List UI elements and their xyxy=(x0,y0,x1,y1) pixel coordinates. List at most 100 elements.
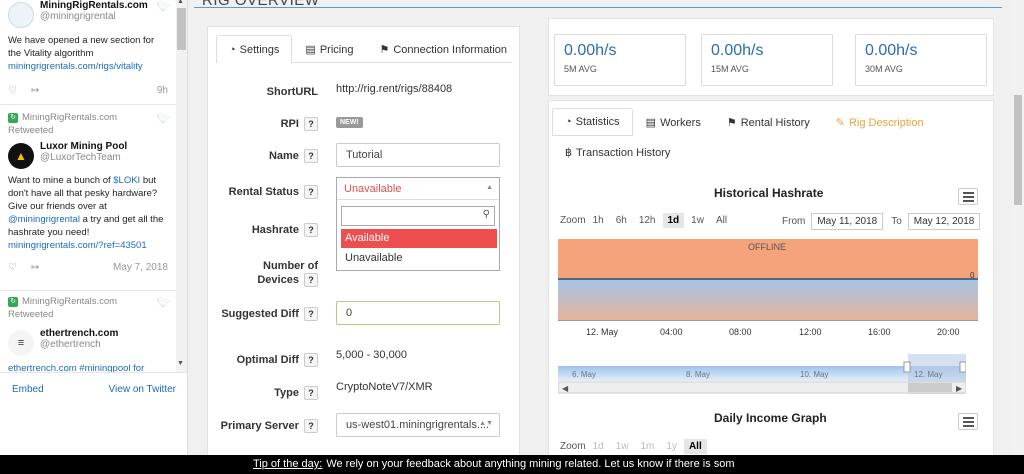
devices-help-button[interactable]: ? xyxy=(304,273,318,288)
hashrate-area xyxy=(558,279,978,321)
devices-label: Number of Devices ? xyxy=(257,260,318,288)
tweet-author-handle[interactable]: @miningrigrental xyxy=(40,11,148,22)
zoom-all-button[interactable]: All xyxy=(683,439,707,454)
scrollbar-thumb[interactable] xyxy=(177,8,186,50)
optimal-diff-help-button[interactable]: ? xyxy=(304,353,318,368)
zoom-12h-button[interactable]: 12h xyxy=(634,213,661,228)
tab-connection-information[interactable]: ⚑ Connection Information xyxy=(366,35,520,63)
option-available[interactable]: Available xyxy=(341,229,497,248)
share-icon[interactable]: ↦ xyxy=(31,262,39,273)
tip-of-the-day-bar: Tip of the day: We rely on your feedback … xyxy=(0,455,1024,474)
zoom-1m-button[interactable]: 1m xyxy=(635,439,659,454)
scroll-down-icon[interactable]: ▼ xyxy=(177,360,184,367)
retweet-icon: ↻ xyxy=(8,296,18,307)
twitter-scrollbar[interactable]: ▲ ▼ xyxy=(176,0,187,372)
retweet-icon: ↻ xyxy=(8,112,18,123)
scroll-right-icon[interactable]: ▶ xyxy=(956,384,963,393)
twitter-bird-icon: 🐦︎ xyxy=(157,2,170,13)
rental-status-label: Rental Status ? xyxy=(229,185,318,200)
embed-link[interactable]: Embed xyxy=(12,384,44,395)
navigator-scrollbar[interactable] xyxy=(558,381,966,394)
tab-pricing[interactable]: ▤ Pricing xyxy=(292,35,366,63)
tweet-link[interactable]: miningrigrentals.com/rigs/vitality xyxy=(8,61,143,72)
x-tick-label: 20:00 xyxy=(937,327,960,337)
like-heart-icon[interactable]: ♡ xyxy=(8,85,17,96)
tweet-time[interactable]: 9h xyxy=(157,85,168,96)
chart-menu-icon[interactable] xyxy=(958,413,978,430)
x-tick-label: 08:00 xyxy=(729,327,752,337)
hashrate-label: Hashrate ? xyxy=(252,223,318,238)
view-on-twitter-link[interactable]: View on Twitter xyxy=(109,384,176,395)
retweet-indicator: ↻ MiningRigRentals.com xyxy=(8,112,168,123)
retweet-indicator: ↻ MiningRigRentals.com xyxy=(8,296,168,307)
tab-workers[interactable]: ▤ Workers xyxy=(633,108,714,136)
cashtag-link[interactable]: $LOKI xyxy=(113,175,140,186)
zoom-6h-button[interactable]: 6h xyxy=(611,213,632,228)
tip-label[interactable]: Tip of the day: xyxy=(253,458,322,470)
scroll-left-icon[interactable]: ◀ xyxy=(562,384,569,393)
navigator-left-handle[interactable] xyxy=(903,361,911,373)
suggested-diff-input[interactable] xyxy=(336,301,500,325)
rental-status-dropdown[interactable]: Unavailable ▲ ⚲ Available Unavailable xyxy=(336,177,500,271)
tweet-time[interactable]: May 7, 2018 xyxy=(113,262,168,273)
chart-menu-icon[interactable] xyxy=(958,188,978,205)
tweet[interactable]: 🐦︎ ↻ MiningRigRentals.com Retweeted ≡ et… xyxy=(0,296,176,375)
from-date-input[interactable]: May 11, 2018 xyxy=(811,213,884,230)
tweet[interactable]: 🐦︎ MiningRigRentals.com @miningrigrental… xyxy=(0,0,176,96)
tweet-author-name[interactable]: MiningRigRentals.com xyxy=(40,0,148,11)
shorturl-label: ShortURL xyxy=(266,86,318,98)
tweet-author-name[interactable]: Luxor Mining Pool xyxy=(40,141,127,152)
rental-status-help-button[interactable]: ? xyxy=(304,185,318,200)
zoom-all-button[interactable]: All xyxy=(711,213,732,228)
shorturl-value: http://rig.rent/rigs/88408 xyxy=(336,83,453,95)
zoom-1w-button[interactable]: 1w xyxy=(686,213,709,228)
settings-tabs: ◔ Settings ▤ Pricing ⚑ Connection Informati… xyxy=(216,35,512,63)
zoom-1y-button[interactable]: 1y xyxy=(661,439,682,454)
avatar[interactable]: ▲ xyxy=(8,143,34,169)
dashboard-icon: ◔ xyxy=(565,116,572,128)
zoom-1w-button[interactable]: 1w xyxy=(611,439,634,454)
navigator-tick-label: 10. May xyxy=(800,370,828,379)
rpi-help-button[interactable]: ? xyxy=(304,117,318,132)
zoom-1h-button[interactable]: 1h xyxy=(588,213,609,228)
zoom-1d-button[interactable]: 1d xyxy=(588,439,609,454)
share-icon[interactable]: ↦ xyxy=(31,85,39,96)
tab-transaction-history[interactable]: ฿ Transaction History xyxy=(552,138,683,166)
rental-status-select[interactable]: Unavailable ▲ xyxy=(337,178,499,200)
tweet-author-name[interactable]: ethertrench.com xyxy=(40,328,118,339)
tab-statistics[interactable]: ◔ Statistics xyxy=(552,108,633,136)
mention-link[interactable]: @miningrigrental xyxy=(8,214,80,225)
dropdown-search-input[interactable]: ⚲ xyxy=(341,206,495,226)
primary-server-help-button[interactable]: ? xyxy=(304,419,318,434)
tab-settings[interactable]: ◔ Settings xyxy=(216,35,293,63)
avatar[interactable]: ≡ xyxy=(8,330,34,356)
name-help-button[interactable]: ? xyxy=(304,149,318,164)
like-heart-icon[interactable]: ♡ xyxy=(8,262,17,273)
hashrate-plot: OFFLINE 0 xyxy=(558,239,978,321)
type-help-button[interactable]: ? xyxy=(304,386,318,401)
chart-navigator[interactable]: ◀ ▶ 6. May 8. May 10. May 12. May xyxy=(558,354,966,394)
tweet[interactable]: 🐦︎ ↻ MiningRigRentals.com Retweeted ▲ Lu… xyxy=(0,112,176,273)
plug-icon: ⚑ xyxy=(379,44,390,56)
suggested-diff-help-button[interactable]: ? xyxy=(304,307,318,322)
primary-server-select[interactable]: us-west01.miningrigrentals.... ▲▼ xyxy=(336,413,500,437)
tweet-author-handle[interactable]: @ethertrench xyxy=(40,339,118,350)
tweet-author-handle[interactable]: @LuxorTechTeam xyxy=(40,152,127,163)
navigator-right-handle[interactable] xyxy=(959,361,966,373)
zoom-1d-button[interactable]: 1d xyxy=(662,213,685,228)
tweet-link[interactable]: miningrigrentals.com/?ref=43501 xyxy=(8,240,147,251)
name-input[interactable] xyxy=(336,143,500,167)
income-chart-title: Daily Income Graph xyxy=(714,411,827,425)
navigator-scroll-thumb[interactable] xyxy=(908,383,952,392)
to-date-input[interactable]: May 12, 2018 xyxy=(907,213,981,230)
page-scrollbar-thumb[interactable] xyxy=(1014,95,1022,205)
tab-rental-history[interactable]: ⚑ Rental History xyxy=(714,108,823,136)
navigator-tick-label: 12. May xyxy=(914,370,942,379)
scroll-up-icon[interactable]: ▲ xyxy=(177,0,184,5)
twitter-timeline[interactable]: 🐦︎ MiningRigRentals.com @miningrigrental… xyxy=(0,0,188,474)
avatar[interactable] xyxy=(8,2,34,28)
tab-rig-description[interactable]: ✎ Rig Description xyxy=(823,108,937,136)
option-unavailable[interactable]: Unavailable xyxy=(341,249,497,268)
hashrate-help-button[interactable]: ? xyxy=(304,223,318,238)
page-scrollbar[interactable] xyxy=(1012,0,1024,474)
